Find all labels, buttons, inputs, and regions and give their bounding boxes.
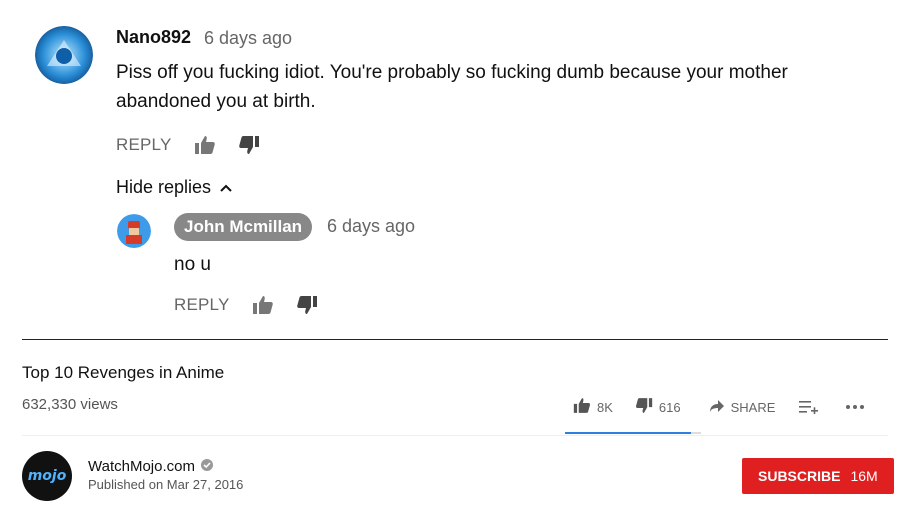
subscribe-label: SUBSCRIBE [758, 468, 841, 484]
channel-name-row: WatchMojo.com [88, 458, 213, 475]
reply-button[interactable]: REPLY [116, 135, 172, 155]
comment-actions: REPLY [116, 135, 260, 155]
share-button[interactable]: SHARE [709, 399, 776, 416]
reply-text: no u [174, 254, 211, 275]
hide-replies-toggle[interactable]: Hide replies [116, 177, 233, 198]
hide-replies-label: Hide replies [116, 177, 212, 197]
sentiment-like-fill [565, 432, 692, 434]
reply-author[interactable]: John Mcmillan [174, 213, 313, 241]
comment-author[interactable]: Nano892 [116, 27, 191, 48]
sentiment-bar [565, 432, 701, 434]
share-label: SHARE [730, 399, 776, 415]
thumbs-down-icon[interactable] [296, 295, 318, 315]
comment-text: Piss off you fucking idiot. You're proba… [116, 62, 788, 112]
add-to-playlist-icon[interactable] [799, 400, 819, 414]
video-actions: 8K 616 SHARE [573, 397, 865, 417]
reply-actions: REPLY [174, 295, 318, 315]
more-icon[interactable] [845, 404, 865, 410]
thumbs-up-icon [573, 397, 591, 417]
channel-logo-text: mojo [27, 468, 67, 484]
like-button[interactable]: 8K [573, 397, 613, 417]
channel-logo[interactable]: mojo [22, 451, 72, 501]
thumbs-up-icon[interactable] [252, 295, 274, 315]
view-count: 632,330 views [22, 396, 118, 413]
reply-timestamp[interactable]: 6 days ago [327, 216, 415, 237]
verified-icon [200, 458, 213, 475]
divider [22, 339, 888, 340]
comment-timestamp[interactable]: 6 days ago [204, 28, 292, 49]
thumbs-up-icon[interactable] [194, 135, 216, 155]
comment-avatar[interactable] [35, 26, 93, 84]
thumbs-down-icon [635, 397, 653, 417]
dislike-count: 616 [658, 399, 681, 415]
subscribe-button[interactable]: SUBSCRIBE 16M [742, 458, 894, 494]
share-icon [709, 399, 725, 416]
reply-button[interactable]: REPLY [174, 295, 230, 315]
like-count: 8K [597, 399, 613, 415]
published-date: Published on Mar 27, 2016 [88, 477, 244, 492]
thumbs-down-icon[interactable] [238, 135, 260, 155]
chevron-up-icon [219, 177, 233, 198]
video-title: Top 10 Revenges in Anime [22, 363, 225, 382]
dislike-button[interactable]: 616 [635, 397, 681, 417]
channel-name[interactable]: WatchMojo.com [88, 458, 195, 475]
reply-avatar[interactable] [117, 214, 151, 248]
subscriber-count: 16M [850, 468, 878, 484]
section-separator [22, 435, 888, 436]
